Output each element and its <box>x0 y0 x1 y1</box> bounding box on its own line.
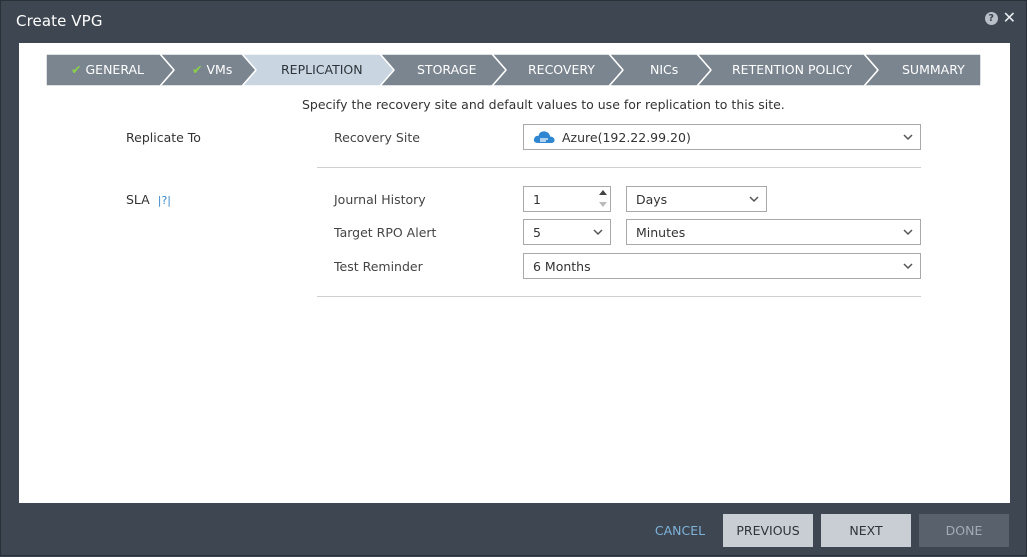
replicate-to-label: Replicate To <box>126 130 201 145</box>
step-label-text: VMs <box>206 62 233 77</box>
target-rpo-unit-select[interactable]: Minutes <box>626 219 921 245</box>
recovery-site-select[interactable]: Azure(192.22.99.20) <box>523 124 921 150</box>
next-button[interactable]: NEXT <box>821 514 911 547</box>
step-label: ✔ GENERAL <box>71 62 144 77</box>
dialog-titlebar: Create VPG ? ✕ <box>1 1 1027 43</box>
sla-label: SLA |?| <box>126 192 171 207</box>
dialog-title: Create VPG <box>16 12 103 30</box>
step-label-text: STORAGE <box>417 62 477 77</box>
close-icon[interactable]: ✕ <box>1003 10 1016 26</box>
divider <box>317 167 921 168</box>
journal-history-value: 1 <box>533 192 541 207</box>
dialog-content: ✔ GENERAL ✔ VMs REPLICATION STORAGE RECOVERY NI… <box>19 43 1010 503</box>
step-label: STORAGE <box>417 62 477 77</box>
step-label-text: REPLICATION <box>281 62 363 77</box>
tab-recovery[interactable]: RECOVERY <box>492 54 623 86</box>
tab-replication[interactable]: REPLICATION <box>242 54 394 86</box>
tab-nics[interactable]: NICs <box>609 54 711 86</box>
journal-history-unit-select[interactable]: Days <box>626 186 767 212</box>
test-reminder-value: 6 Months <box>533 259 591 274</box>
test-reminder-label: Test Reminder <box>334 259 423 274</box>
journal-history-stepper[interactable]: 1 <box>523 186 611 212</box>
recovery-site-label: Recovery Site <box>334 130 420 145</box>
create-vpg-dialog: Create VPG ? ✕ ✔ GENERAL ✔ VMs REPLICATION ST… <box>0 0 1027 556</box>
test-reminder-select[interactable]: 6 Months <box>523 253 921 279</box>
recovery-site-value: Azure(192.22.99.20) <box>562 130 691 145</box>
chevron-down-icon <box>903 134 913 141</box>
stepper-buttons <box>596 187 610 211</box>
step-label: SUMMARY <box>902 62 965 77</box>
sla-label-text: SLA <box>126 192 150 207</box>
tab-vms[interactable]: ✔ VMs <box>160 54 256 86</box>
journal-history-unit-value: Days <box>636 192 668 207</box>
step-label-text: RETENTION POLICY <box>732 62 853 77</box>
wizard-steps: ✔ GENERAL ✔ VMs REPLICATION STORAGE RECOVERY NI… <box>46 54 982 86</box>
step-label: ✔ VMs <box>192 62 232 77</box>
help-icon[interactable]: ? <box>984 11 998 25</box>
sla-help-link[interactable]: |?| <box>158 194 171 207</box>
azure-cloud-icon <box>533 131 555 143</box>
tab-summary[interactable]: SUMMARY <box>864 54 995 86</box>
intro-text: Specify the recovery site and default va… <box>302 97 785 112</box>
step-label: RETENTION POLICY <box>732 62 852 77</box>
divider <box>317 296 921 297</box>
checkmark-icon: ✔ <box>71 62 82 77</box>
step-label-text: NICs <box>650 62 679 77</box>
increment-icon[interactable] <box>599 190 607 195</box>
step-label-text: RECOVERY <box>528 62 595 77</box>
cancel-button[interactable]: CANCEL <box>641 514 719 547</box>
journal-history-label: Journal History <box>334 192 426 207</box>
previous-button[interactable]: PREVIOUS <box>723 514 813 547</box>
tab-general[interactable]: ✔ GENERAL <box>46 54 174 86</box>
step-label-text: SUMMARY <box>902 62 965 77</box>
step-label: RECOVERY <box>528 62 595 77</box>
chevron-down-icon <box>903 229 913 236</box>
chevron-down-icon <box>903 263 913 270</box>
target-rpo-select[interactable]: 5 <box>523 219 611 245</box>
tab-storage[interactable]: STORAGE <box>380 54 506 86</box>
target-rpo-value: 5 <box>533 225 541 240</box>
decrement-icon[interactable] <box>599 202 607 207</box>
checkmark-icon: ✔ <box>192 62 203 77</box>
dialog-footer: CANCEL PREVIOUS NEXT DONE <box>1 503 1027 557</box>
chevron-down-icon <box>593 229 603 236</box>
done-button[interactable]: DONE <box>919 514 1009 547</box>
step-label: NICs <box>650 62 678 77</box>
chevron-down-icon <box>749 196 759 203</box>
step-label: REPLICATION <box>281 62 363 77</box>
step-label-text: GENERAL <box>85 62 145 77</box>
target-rpo-unit-value: Minutes <box>636 225 686 240</box>
target-rpo-label: Target RPO Alert <box>334 225 437 240</box>
tab-retention-policy[interactable]: RETENTION POLICY <box>697 54 878 86</box>
